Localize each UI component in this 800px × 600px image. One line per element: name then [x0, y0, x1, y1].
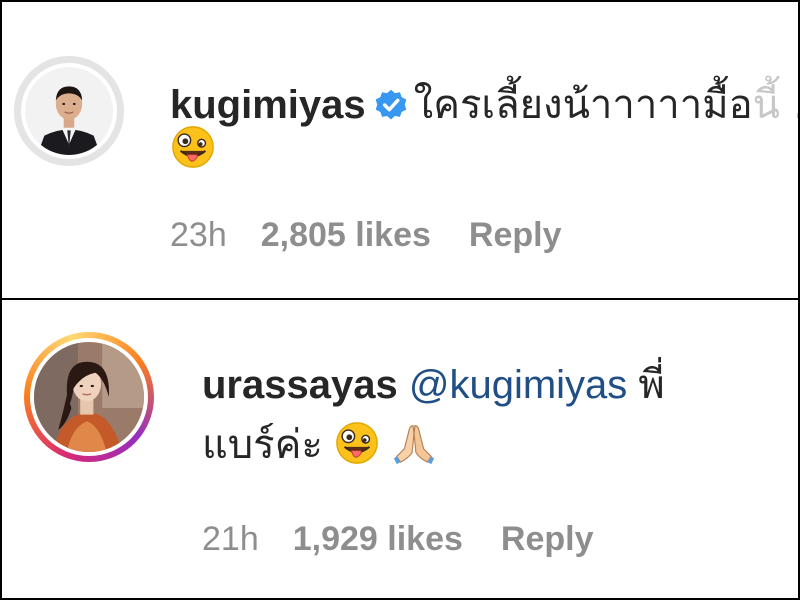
username[interactable]: urassayas: [202, 363, 398, 407]
avatar-border: [21, 63, 117, 159]
comment-body: พี่: [638, 362, 665, 408]
avatar-story-ring[interactable]: [24, 332, 154, 462]
comment-body-overflow: นี้ .: [752, 82, 798, 128]
folded-hands-icon: [391, 420, 437, 466]
timestamp: 23h: [170, 216, 227, 254]
comment-meta: 21h 1,929 likes Reply: [202, 520, 593, 559]
avatar[interactable]: [14, 56, 124, 166]
avatar-border: [30, 338, 148, 456]
comment-body: ใครเลี้ยงน้าาาาามื้อ: [413, 82, 753, 128]
verified-badge-icon: [374, 88, 408, 122]
timestamp: 21h: [202, 520, 259, 558]
reply-button[interactable]: Reply: [469, 216, 562, 255]
likes-count[interactable]: 1,929 likes: [293, 520, 463, 559]
comment-meta: 23h 2,805 likes Reply: [170, 216, 561, 255]
avatar-photo-man-in-suit: [25, 67, 113, 155]
reply-button[interactable]: Reply: [501, 520, 594, 559]
zany-face-icon: [170, 124, 216, 170]
comment-text-line-1: kugimiyas ใครเลี้ยงน้าาาาามื้อนี้ .: [170, 72, 798, 136]
comment-card-urassayas: urassayas @kugimiyas พี่ แบร์ค่ะ 21h 1,9…: [0, 300, 800, 600]
username[interactable]: kugimiyas: [170, 83, 366, 127]
comment-card-kugimiyas: kugimiyas ใครเลี้ยงน้าาาาามื้อนี้ . 23h 2…: [0, 0, 800, 300]
mention-link[interactable]: @kugimiyas: [409, 363, 627, 407]
comment-screenshots: kugimiyas ใครเลี้ยงน้าาาาามื้อนี้ . 23h 2…: [0, 0, 800, 600]
comment-text-line-2: แบร์ค่ะ: [202, 412, 437, 476]
likes-count[interactable]: 2,805 likes: [261, 216, 431, 255]
comment-body-continued: แบร์ค่ะ: [202, 422, 323, 468]
avatar-photo-woman: [34, 342, 144, 452]
comment-text-line-2: [170, 124, 216, 172]
zany-face-icon: [334, 420, 380, 466]
comment-text-line-1: urassayas @kugimiyas พี่: [202, 352, 665, 416]
